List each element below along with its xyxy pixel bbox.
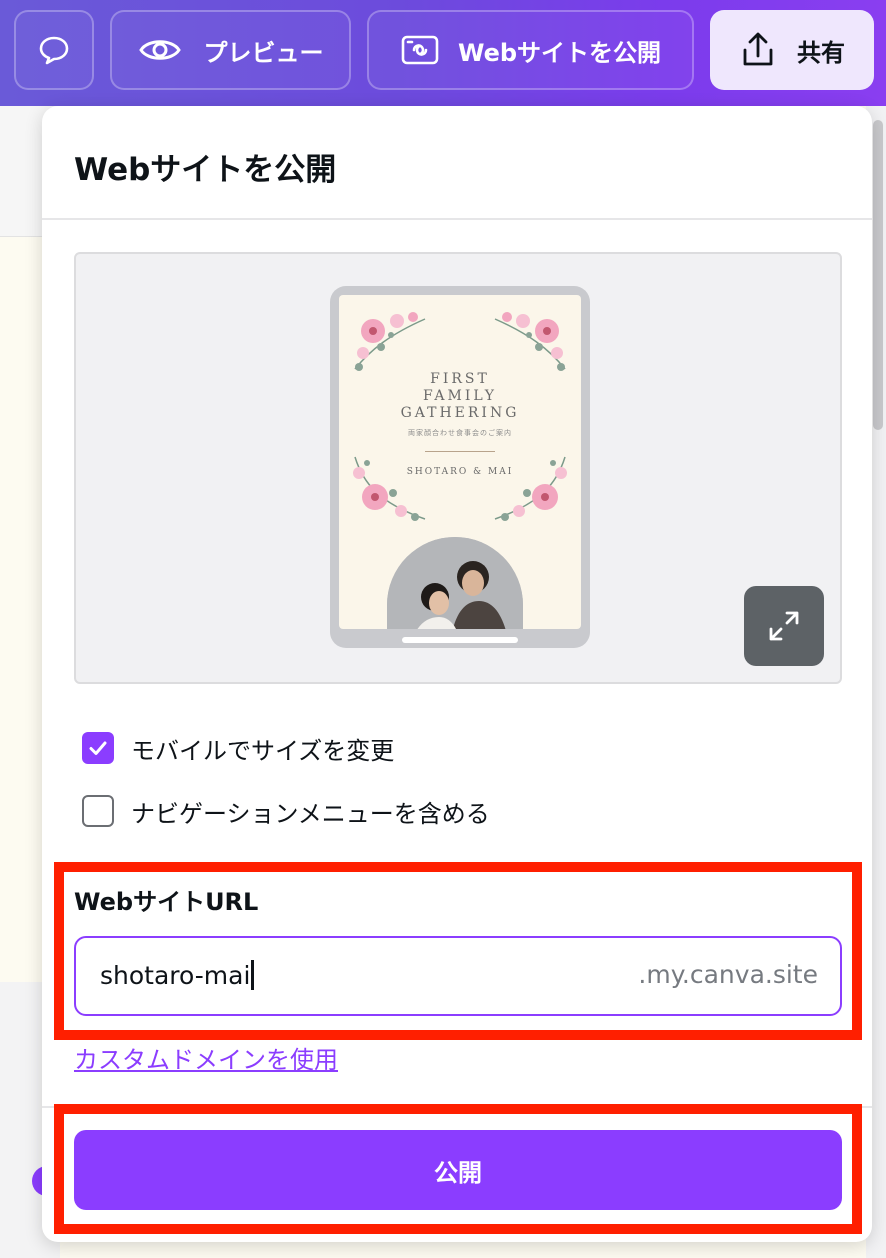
comment-button[interactable] [14, 10, 94, 90]
preview-label: プレビュー [203, 38, 324, 67]
divider [42, 218, 872, 220]
publish-website-toolbar-button[interactable]: Webサイトを公開 [367, 10, 694, 90]
couple-photo-image [387, 537, 523, 629]
site-subtitle: 両家顔合わせ食事会のご案内 [408, 429, 512, 437]
url-input-value[interactable]: shotaro-mai [100, 960, 255, 990]
resize-mobile-label: モバイルでサイズを変更 [131, 736, 395, 765]
publish-website-toolbar-label: Webサイトを公開 [457, 38, 662, 67]
flower-decoration-icon [354, 312, 426, 371]
editor-scrollbar-thumb[interactable] [873, 120, 883, 430]
site-preview-screen: FIRST FAMILY GATHERING 両家顔合わせ食事会のご案内 SHO… [339, 295, 581, 629]
flower-decoration-icon [353, 456, 426, 521]
comment-icon [39, 36, 69, 65]
share-label: 共有 [797, 38, 845, 67]
include-nav-option[interactable]: ナビゲーションメニューを含める [82, 794, 490, 828]
website-url-label: WebサイトURL [74, 888, 259, 916]
publish-button[interactable]: 公開 [74, 1130, 842, 1210]
expand-preview-button[interactable] [744, 586, 824, 666]
couple-photo [387, 537, 523, 629]
flower-decoration-icon [494, 312, 566, 371]
flower-decoration-icon [494, 456, 567, 521]
site-divider [425, 451, 495, 452]
share-button[interactable]: 共有 [710, 10, 874, 90]
include-nav-checkbox[interactable] [82, 795, 114, 827]
custom-domain-link[interactable]: カスタムドメインを使用 [74, 1040, 338, 1075]
tablet-home-indicator [402, 637, 518, 643]
share-upload-icon [743, 32, 773, 66]
text-caret [251, 960, 255, 990]
tablet-frame: FIRST FAMILY GATHERING 両家顔合わせ食事会のご案内 SHO… [330, 286, 590, 648]
resize-mobile-checkbox[interactable] [82, 732, 114, 764]
editor-toolbar: プレビュー Webサイトを公開 共有 [0, 0, 886, 106]
eye-icon [138, 40, 181, 60]
preview-button[interactable]: プレビュー [110, 10, 351, 90]
site-title: FIRST FAMILY GATHERING [400, 371, 520, 421]
website-preview: FIRST FAMILY GATHERING 両家顔合わせ食事会のご案内 SHO… [74, 252, 842, 684]
url-domain-suffix: .my.canva.site [638, 960, 818, 989]
website-icon [401, 35, 439, 65]
publish-website-panel: Webサイトを公開 FIRST FAMILY GATHERING 両家顔合わせ食… [42, 106, 872, 1242]
checkmark-icon [89, 741, 107, 755]
divider [42, 1106, 872, 1108]
expand-icon [769, 611, 799, 641]
include-nav-label: ナビゲーションメニューを含める [131, 799, 490, 828]
resize-mobile-option[interactable]: モバイルでサイズを変更 [82, 731, 394, 765]
panel-title: Webサイトを公開 [74, 152, 337, 188]
website-url-input[interactable]: shotaro-mai .my.canva.site [74, 936, 842, 1016]
